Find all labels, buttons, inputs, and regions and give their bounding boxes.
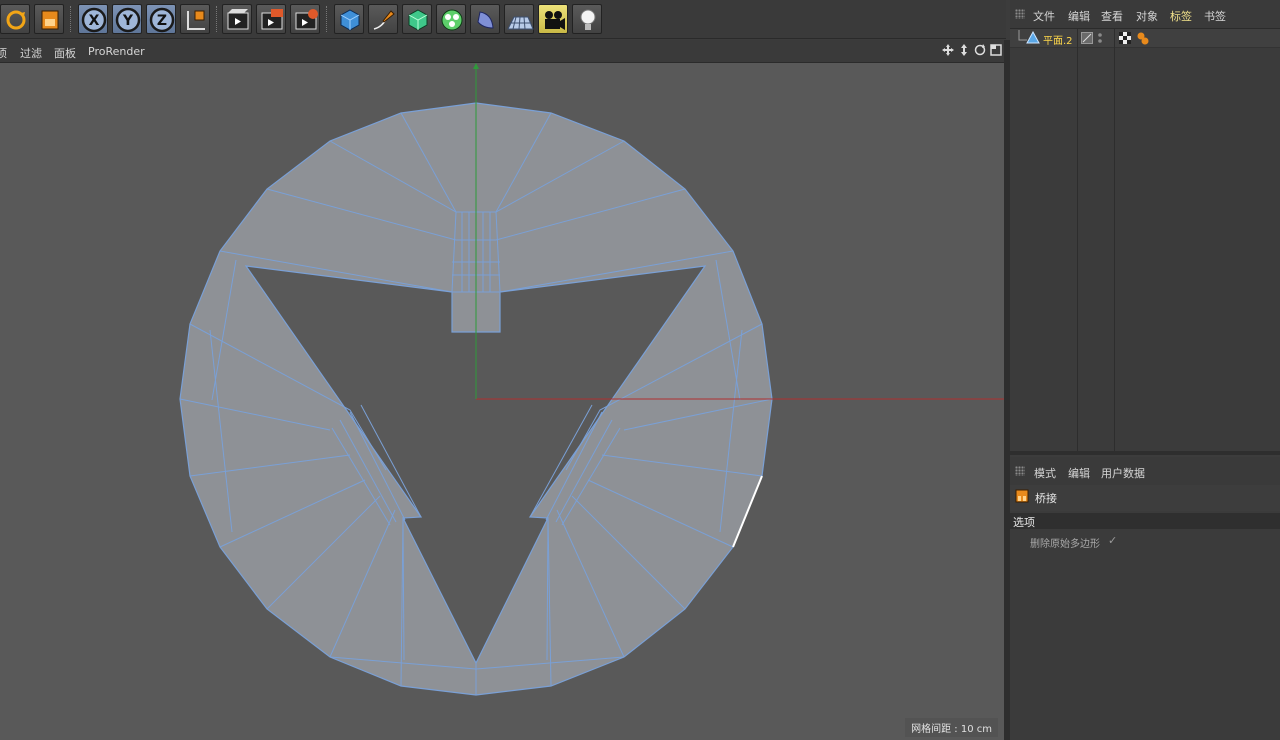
render-settings-icon[interactable] [290, 4, 320, 34]
viewport-menu-item[interactable]: 项 [0, 45, 7, 61]
delete-original-polygons-checkbox[interactable]: ✓ [1108, 534, 1117, 547]
maximize-view-icon[interactable] [990, 44, 1002, 56]
pen-spline-icon[interactable] [368, 4, 398, 34]
model-mode-icon[interactable] [34, 4, 64, 34]
am-menu-edit[interactable]: 编辑 [1068, 465, 1090, 481]
cloner-icon[interactable] [436, 4, 466, 34]
om-menu-file[interactable]: 文件 [1033, 8, 1055, 24]
panel-grip-icon[interactable] [1015, 466, 1025, 476]
phong-tag-icon[interactable] [1136, 31, 1150, 45]
object-name[interactable]: 平面.2 [1043, 32, 1073, 47]
am-menu-mode[interactable]: 模式 [1034, 465, 1056, 481]
delete-original-polygons-label: 删除原始多边形 [1030, 539, 1100, 550]
rotate-view-icon[interactable] [974, 44, 986, 56]
viewport-menu-filter[interactable]: 过滤 [20, 45, 42, 61]
camera-icon[interactable] [538, 4, 568, 34]
object-row[interactable]: 平面.2 [1010, 29, 1280, 48]
3d-viewport[interactable]: 网格间距 : 10 cm [0, 63, 1004, 740]
render-view-icon[interactable] [222, 4, 252, 34]
render-picture-viewer-icon[interactable] [256, 4, 286, 34]
y-axis-label: Y [122, 13, 134, 29]
options-section-label: 选项 [1013, 516, 1035, 529]
deformer-icon[interactable] [470, 4, 500, 34]
x-axis-lock-button[interactable]: X [78, 4, 108, 34]
object-manager-menubar: 文件 编辑 查看 对象 标签 书签 [1010, 0, 1280, 29]
om-menu-edit[interactable]: 编辑 [1068, 8, 1090, 24]
attribute-manager-menubar: 模式 编辑 用户数据 [1010, 457, 1280, 486]
light-icon[interactable] [572, 4, 602, 34]
panel-divider[interactable] [1010, 451, 1280, 455]
grid-spacing-label: 网格间距 : 10 cm [905, 718, 998, 737]
z-axis-label: Z [157, 13, 167, 29]
editor-visibility-icon[interactable] [1081, 32, 1093, 44]
viewport-canvas[interactable] [0, 63, 1004, 740]
toolbar-separator [216, 6, 221, 32]
panel-grip-icon[interactable] [1015, 9, 1025, 19]
om-column-divider [1077, 29, 1078, 451]
attribute-manager: 模式 编辑 用户数据 桥接 选项 删除原始多边形 ✓ [1010, 457, 1280, 740]
render-visibility-dots-icon[interactable] [1096, 32, 1104, 44]
viewport-menu-panel[interactable]: 面板 [54, 45, 76, 61]
zoom-view-icon[interactable] [958, 44, 970, 56]
viewport-menu-prorender[interactable]: ProRender [88, 45, 145, 58]
y-axis-lock-button[interactable]: Y [112, 4, 142, 34]
polygon-object-icon [1026, 31, 1040, 44]
om-menu-view[interactable]: 查看 [1101, 8, 1123, 24]
tool-name: 桥接 [1035, 492, 1057, 505]
tool-header: 桥接 [1010, 485, 1280, 511]
move-view-icon[interactable] [942, 44, 954, 56]
x-axis-label: X [89, 13, 100, 29]
am-menu-user-data[interactable]: 用户数据 [1101, 465, 1145, 481]
option-row: 删除原始多边形 ✓ [1010, 533, 1280, 551]
toolbar-separator [70, 6, 75, 32]
toolbar-separator [326, 6, 331, 32]
coordinate-system-icon[interactable] [180, 4, 210, 34]
om-column-divider [1114, 29, 1115, 451]
options-section-header[interactable]: 选项 [1010, 513, 1280, 529]
y-axis-arrow-icon [473, 63, 479, 69]
om-menu-tags[interactable]: 标签 [1170, 8, 1192, 24]
om-menu-object[interactable]: 对象 [1136, 8, 1158, 24]
subdivision-surface-icon[interactable] [402, 4, 432, 34]
object-manager: 文件 编辑 查看 对象 标签 书签 平面.2 [1010, 0, 1280, 455]
main-toolbar: X Y Z [0, 0, 1006, 39]
live-selection-icon[interactable] [0, 4, 30, 34]
checker-material-tag-icon[interactable] [1118, 31, 1132, 45]
om-menu-bookmarks[interactable]: 书签 [1204, 8, 1226, 24]
floor-icon[interactable] [504, 4, 534, 34]
bridge-tool-icon [1015, 489, 1029, 503]
z-axis-lock-button[interactable]: Z [146, 4, 176, 34]
cube-icon[interactable] [334, 4, 364, 34]
viewport-menubar: 项 过滤 面板 ProRender [0, 40, 1006, 63]
